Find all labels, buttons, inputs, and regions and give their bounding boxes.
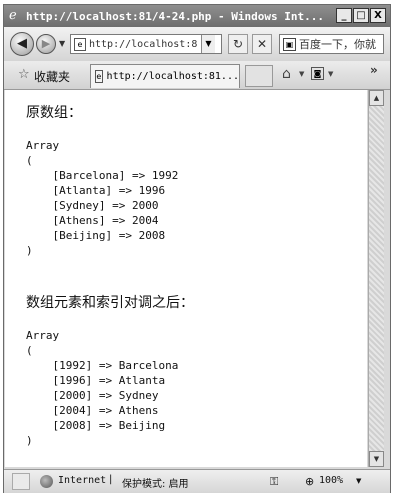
scroll-up-icon[interactable]: ▲: [369, 90, 384, 106]
tab-title: http://localhost:81...: [106, 71, 239, 82]
search-box[interactable]: ▣ 百度一下，你就: [279, 34, 384, 54]
protected-mode-label: 保护模式: 启用: [122, 479, 189, 490]
home-dropdown-icon[interactable]: ▼: [299, 70, 304, 78]
feeds-dropdown-icon[interactable]: ▼: [328, 70, 333, 78]
window-title: http://localhost:81/4-24.php - Windows I…: [26, 9, 325, 23]
tab-current-page[interactable]: e http://localhost:81...: [90, 64, 240, 88]
flipped-array-output: Array ( [1992] => Barcelona [1996] => At…: [26, 329, 179, 447]
stop-button[interactable]: ✕: [252, 34, 272, 54]
original-array-output: Array ( [Barcelona] => 1992 [Atlanta] =>…: [26, 139, 179, 257]
navigation-bar: ◀ ▶ ▼ e http://localhost:8 ▼ ↻ ✕ ▣ 百度一下，…: [4, 27, 390, 61]
recent-pages-dropdown-icon[interactable]: ▼: [59, 39, 65, 48]
search-input[interactable]: 百度一下，你就: [299, 36, 376, 52]
home-icon[interactable]: ⌂: [282, 66, 291, 82]
status-progress-segment: [12, 473, 30, 490]
favorites-button[interactable]: 收藏夹: [34, 68, 70, 85]
address-input[interactable]: http://localhost:8: [89, 39, 201, 50]
page-icon: e: [74, 37, 86, 51]
flipped-array-heading: 数组元素和索引对调之后：: [26, 295, 194, 311]
browser-window: ℯ http://localhost:81/4-24.php - Windows…: [3, 4, 391, 493]
close-button[interactable]: X: [370, 8, 386, 23]
title-bar: ℯ http://localhost:81/4-24.php - Windows…: [4, 5, 390, 27]
tab-page-icon: e: [95, 70, 103, 83]
back-button[interactable]: ◀: [10, 32, 34, 56]
ie-logo-icon: ℯ: [9, 8, 17, 23]
feeds-icon[interactable]: ◙: [311, 67, 324, 80]
zoom-level[interactable]: 100%: [319, 475, 343, 486]
forward-button[interactable]: ▶: [36, 34, 56, 54]
new-tab-button[interactable]: [245, 65, 273, 87]
favorites-bar: ☆ 收藏夹 e http://localhost:81... ⌂ ▼ ◙ ▼ »: [4, 61, 390, 90]
minimize-button[interactable]: _: [336, 8, 352, 23]
vertical-scrollbar[interactable]: ▲ ▼: [368, 90, 384, 467]
scroll-down-icon[interactable]: ▼: [369, 451, 384, 467]
chevron-more-icon[interactable]: »: [370, 63, 378, 77]
maximize-button[interactable]: □: [353, 8, 369, 23]
refresh-button[interactable]: ↻: [228, 34, 248, 54]
zoom-icon[interactable]: ⊕: [305, 475, 314, 488]
page-content: 原数组： Array ( [Barcelona] => 1992 [Atlant…: [5, 90, 367, 467]
address-bar[interactable]: e http://localhost:8 ▼: [70, 34, 222, 54]
original-array-heading: 原数组：: [26, 105, 82, 121]
zoom-dropdown-icon[interactable]: ▼: [356, 477, 361, 485]
address-dropdown-icon[interactable]: ▼: [201, 35, 215, 53]
internet-zone-icon: [40, 475, 53, 488]
security-lock-icon[interactable]: ⚿: [270, 475, 278, 489]
security-zone-label: Internet: [58, 475, 107, 486]
window-controls: _ □ X: [336, 8, 386, 23]
search-provider-icon: ▣: [283, 37, 296, 51]
status-separator: |: [109, 474, 113, 485]
favorites-star-icon[interactable]: ☆: [18, 67, 30, 82]
status-bar: Internet | 保护模式: 启用 ⚿ ⊕ 100% ▼: [4, 469, 390, 493]
